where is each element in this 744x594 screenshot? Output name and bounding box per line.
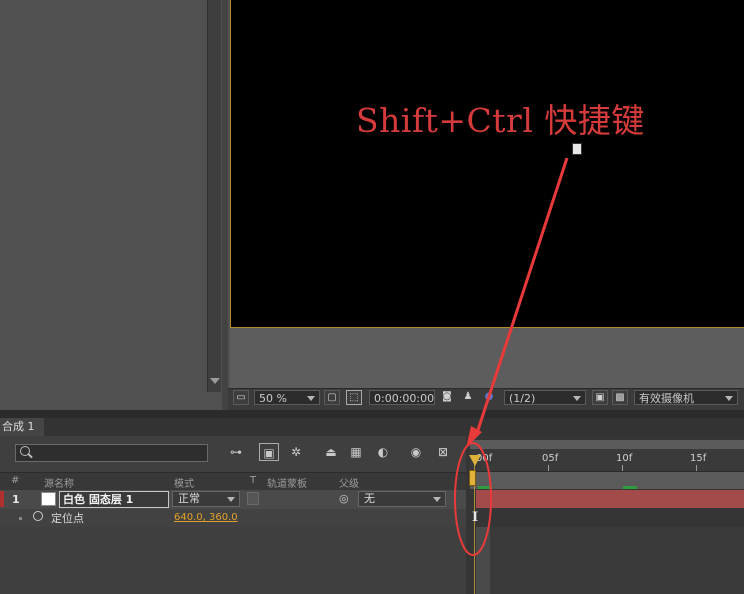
- property-value[interactable]: 640.0, 360.0: [174, 512, 238, 523]
- color-channels-icon[interactable]: ●: [481, 390, 497, 405]
- camera-dropdown[interactable]: 有效摄像机: [634, 390, 738, 405]
- column-source-name[interactable]: 源名称: [44, 475, 74, 490]
- mouse-cursor-icon: [572, 143, 582, 155]
- column-t[interactable]: T: [250, 475, 256, 486]
- stopwatch-icon[interactable]: [33, 511, 43, 521]
- resolution-value: (1/2): [509, 392, 536, 405]
- ruler-label: 05f: [542, 453, 559, 464]
- column-num: #: [11, 475, 20, 486]
- chevron-down-icon: [725, 396, 733, 401]
- project-scrollbar[interactable]: [207, 0, 221, 392]
- time-navigator[interactable]: [470, 472, 744, 489]
- layer-number: 1: [12, 493, 20, 506]
- work-area-bar[interactable]: [470, 440, 744, 449]
- zoom-dropdown[interactable]: 50 %: [254, 390, 320, 405]
- solid-layer-swatch-icon: [41, 492, 56, 506]
- show-channel-icon[interactable]: ♟: [460, 390, 476, 405]
- current-frame-strip: [476, 527, 490, 594]
- keyframe-icon[interactable]: I: [472, 510, 478, 525]
- panel-divider[interactable]: [0, 410, 744, 418]
- ruler-label: 10f: [616, 453, 633, 464]
- property-name: 定位点: [51, 512, 84, 525]
- timecode-value: 0:00:00:00: [374, 392, 435, 405]
- parent-dropdown[interactable]: 无: [358, 491, 446, 507]
- zoom-value: 50 %: [259, 392, 287, 405]
- empty-track-area: [476, 527, 744, 594]
- column-trkmat[interactable]: 轨道蒙板: [267, 475, 307, 490]
- always-preview-icon[interactable]: ▭: [233, 390, 249, 405]
- layer-name-field[interactable]: 白色 固态层 1: [59, 491, 169, 508]
- chevron-down-icon: [307, 396, 315, 401]
- blend-mode-dropdown[interactable]: 正常: [172, 491, 240, 507]
- ruler-tick: [622, 465, 623, 471]
- project-panel: [0, 0, 222, 410]
- region-of-interest-icon[interactable]: ▢: [324, 390, 340, 405]
- ruler-label: 15f: [690, 453, 707, 464]
- blend-mode-value: 正常: [178, 492, 200, 505]
- hide-shy-layers-icon[interactable]: ⏏: [321, 443, 341, 461]
- layer-label-color[interactable]: [0, 491, 4, 507]
- overlay-text: Shift+Ctrl 快捷键: [356, 101, 645, 140]
- column-mode[interactable]: 模式: [174, 475, 194, 490]
- tab-composition-1[interactable]: 合成 1: [0, 418, 44, 436]
- transparency-grid-icon[interactable]: ⬚: [346, 390, 362, 405]
- resolution-dropdown[interactable]: (1/2): [504, 390, 586, 405]
- time-marker-icon[interactable]: [469, 470, 476, 486]
- ruler-tick: [696, 465, 697, 471]
- motion-blur-icon[interactable]: ◐: [373, 443, 393, 461]
- column-parent[interactable]: 父级: [339, 475, 359, 490]
- graph-editor-icon[interactable]: ⊠: [433, 443, 453, 461]
- chevron-down-icon: [573, 396, 581, 401]
- fast-previews-icon[interactable]: ▣: [592, 390, 608, 405]
- track-matte-toggle[interactable]: [247, 492, 259, 505]
- toggle-transparency-icon[interactable]: ▩: [612, 390, 628, 405]
- parent-value: 无: [364, 492, 375, 505]
- layer-duration-bar[interactable]: [476, 490, 744, 508]
- draft-3d-icon[interactable]: ✲: [286, 443, 306, 461]
- snapshot-camera-icon[interactable]: ◙: [439, 390, 455, 405]
- cache-indicator: [478, 486, 492, 489]
- frame-blending-icon[interactable]: ▦: [346, 443, 366, 461]
- live-update-icon[interactable]: ▣: [259, 443, 279, 461]
- timeline-tab-bar: [0, 418, 744, 436]
- twirl-indicator: [19, 517, 22, 520]
- chevron-down-icon: [433, 497, 441, 502]
- pick-whip-icon[interactable]: ◎: [339, 492, 349, 505]
- camera-value: 有效摄像机: [639, 392, 694, 405]
- cache-indicator: [623, 486, 637, 489]
- composition-canvas[interactable]: [230, 0, 744, 328]
- chevron-down-icon: [227, 497, 235, 502]
- search-input[interactable]: [15, 444, 208, 462]
- composition-mini-flowchart-icon[interactable]: ⊶: [226, 443, 246, 461]
- brainstorm-icon[interactable]: ◉: [406, 443, 426, 461]
- current-time-indicator-icon[interactable]: [469, 455, 481, 466]
- column-header: # 源名称 模式 T 轨道蒙板 父级: [0, 472, 466, 491]
- ruler-tick: [548, 465, 549, 471]
- timecode-display[interactable]: 0:00:00:00: [369, 390, 435, 405]
- scroll-down-arrow-icon[interactable]: [210, 378, 220, 384]
- pasteboard-area: [230, 328, 744, 388]
